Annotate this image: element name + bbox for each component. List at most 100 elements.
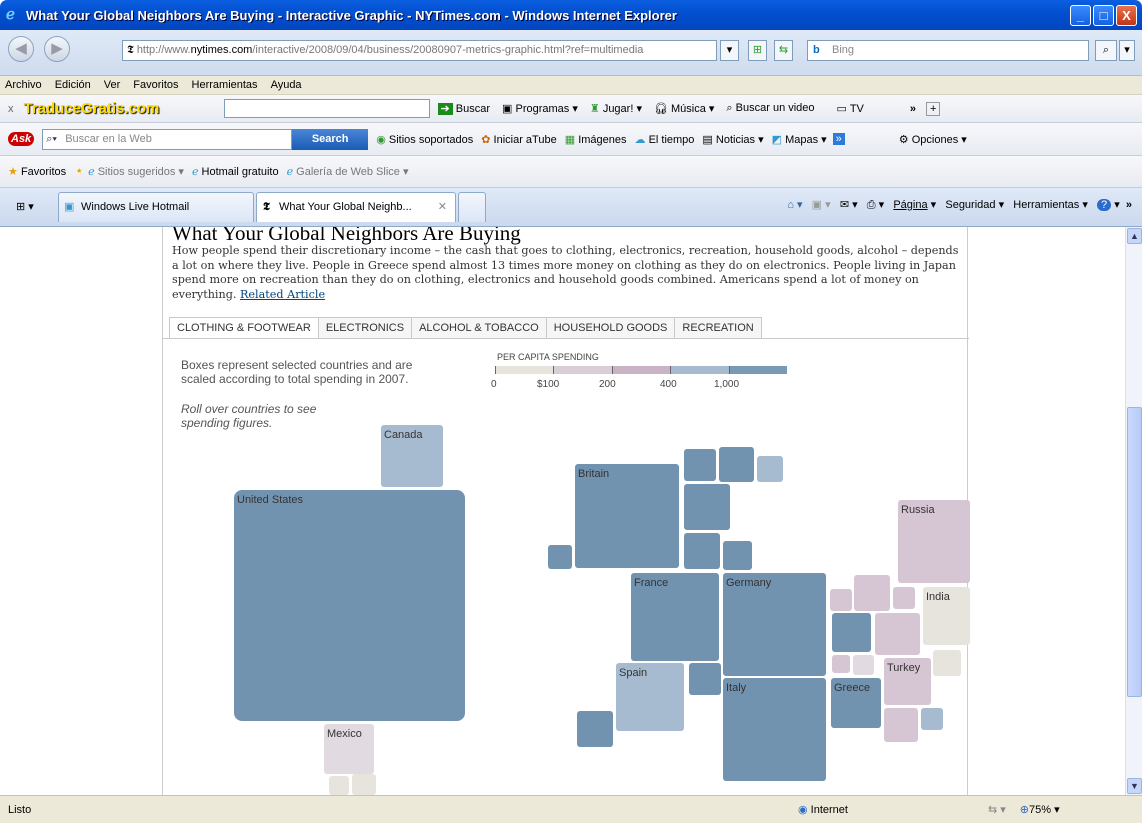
country-united-states[interactable]: United States (234, 490, 465, 721)
scroll-thumb[interactable] (1127, 407, 1142, 697)
jugar-button[interactable]: ♜ Jugar! ▾ (590, 102, 642, 115)
country-box[interactable] (853, 655, 874, 675)
search-options[interactable]: ▾ (1119, 40, 1135, 61)
address-bar[interactable]: 𝕿 http://www.nytimes.com/interactive/200… (122, 40, 717, 61)
add-favorite-icon[interactable]: ⭑ (76, 165, 82, 178)
sugeridos-button[interactable]: ℯ Sitios sugeridos ▾ (88, 165, 184, 178)
close-button[interactable]: X (1116, 4, 1137, 26)
country-greece[interactable]: Greece (831, 678, 881, 728)
country-box[interactable] (832, 613, 871, 652)
sitios-button[interactable]: ◉ Sitios soportados (376, 133, 473, 146)
minimize-button[interactable]: _ (1070, 4, 1091, 26)
new-tab-button[interactable] (458, 192, 486, 222)
imagenes-button[interactable]: ▦ Imágenes (565, 133, 627, 146)
country-box[interactable] (329, 776, 349, 795)
country-india[interactable]: India (923, 587, 970, 645)
atube-button[interactable]: ✿ Iniciar aTube (481, 133, 556, 146)
tab-household[interactable]: HOUSEHOLD GOODS (546, 317, 676, 339)
country-box[interactable] (830, 589, 852, 611)
favoritos-button[interactable]: ★ Favoritos (8, 165, 66, 178)
country-box[interactable] (893, 587, 915, 609)
country-box[interactable] (723, 541, 752, 570)
country-spain[interactable]: Spain (616, 663, 684, 731)
protected-mode-icon[interactable]: ⇆ ▾ (988, 803, 1006, 816)
tab-alcohol[interactable]: ALCOHOL & TOBACCO (412, 317, 547, 339)
country-box[interactable] (577, 711, 613, 747)
mapas-button[interactable]: ◩ Mapas ▾ (772, 133, 827, 146)
menu-herramientas[interactable]: Herramientas (192, 79, 258, 91)
quick-tabs-icon[interactable]: ⊞ ▾ (16, 200, 34, 213)
country-britain[interactable]: Britain (575, 464, 679, 568)
toolbar-more-button[interactable]: » (910, 103, 916, 115)
tab-nytimes[interactable]: 𝕿 What Your Global Neighb... ✕ (256, 192, 456, 222)
country-box[interactable] (875, 613, 920, 655)
brand-logo[interactable]: TraduceGratis.com (24, 100, 224, 117)
toolbar-add-button[interactable]: + (926, 101, 941, 116)
country-box[interactable] (884, 708, 918, 742)
maximize-button[interactable]: □ (1093, 4, 1114, 26)
menu-favoritos[interactable]: Favoritos (133, 79, 178, 91)
tab-clothing[interactable]: CLOTHING & FOOTWEAR (169, 317, 319, 339)
scroll-up-button[interactable]: ▲ (1127, 228, 1142, 244)
home-icon[interactable]: ⌂ ▾ (787, 199, 802, 211)
search-input[interactable]: b Bing (807, 40, 1089, 61)
related-article-link[interactable]: Related Article (240, 288, 325, 301)
country-box[interactable] (689, 663, 721, 695)
forward-button[interactable]: ▶ (44, 36, 70, 62)
refresh-icon[interactable]: ⇆ (774, 40, 793, 61)
country-box[interactable] (684, 533, 720, 569)
scroll-down-button[interactable]: ▼ (1127, 778, 1142, 794)
noticias-button[interactable]: ▤ Noticias ▾ (702, 133, 763, 146)
menu-ayuda[interactable]: Ayuda (271, 79, 302, 91)
country-box[interactable] (719, 447, 754, 482)
herramientas-menu[interactable]: Herramientas ▾ (1013, 199, 1088, 211)
toolbar-search-input[interactable] (223, 99, 430, 118)
feeds-icon[interactable]: ▣ ▾ (812, 199, 831, 211)
ask-more-button[interactable]: » (832, 133, 845, 145)
toolbar-close-button[interactable]: x (8, 103, 14, 115)
webslice-button[interactable]: ℯ Galería de Web Slice ▾ (287, 165, 409, 178)
country-canada[interactable]: Canada (381, 425, 443, 487)
tab-hotmail[interactable]: ▣ Windows Live Hotmail (58, 192, 254, 222)
country-russia[interactable]: Russia (898, 500, 970, 583)
tiempo-button[interactable]: ☁ El tiempo (635, 133, 695, 146)
tv-button[interactable]: ▭ TV (837, 102, 864, 115)
opciones-button[interactable]: ⚙ Opciones ▾ (899, 133, 967, 146)
country-box[interactable] (832, 655, 850, 673)
seguridad-menu[interactable]: Seguridad ▾ (945, 199, 1004, 211)
country-box[interactable] (933, 650, 961, 676)
country-mexico[interactable]: Mexico (324, 724, 374, 774)
vertical-scrollbar[interactable]: ▲ ▼ (1125, 227, 1142, 795)
menu-ver[interactable]: Ver (104, 79, 121, 91)
tab-close-icon[interactable]: ✕ (438, 193, 447, 221)
country-turkey[interactable]: Turkey (884, 658, 931, 705)
menu-edicion[interactable]: Edición (55, 79, 91, 91)
buscar-button[interactable]: ➔ Buscar (437, 102, 490, 115)
tab-electronics[interactable]: ELECTRONICS (318, 317, 413, 339)
country-box[interactable] (684, 449, 716, 481)
tab-recreation[interactable]: RECREATION (675, 317, 762, 339)
country-italy[interactable]: Italy (723, 678, 826, 781)
country-box[interactable] (352, 774, 376, 795)
country-france[interactable]: France (631, 573, 719, 661)
ask-search-button[interactable]: Search (292, 128, 369, 150)
mail-icon[interactable]: ✉ ▾ (840, 199, 858, 211)
pagina-menu[interactable]: Página ▾ (893, 199, 936, 211)
ask-search-input[interactable]: ⌕▾ Buscar en la Web (42, 128, 293, 150)
country-box[interactable] (921, 708, 943, 730)
cmd-more-button[interactable]: » (1126, 199, 1132, 211)
address-dropdown[interactable]: ▾ (720, 40, 739, 61)
hotmail-link[interactable]: ℯ Hotmail gratuito (192, 165, 279, 178)
musica-button[interactable]: 🎧︎ Música ▾ (654, 102, 714, 115)
country-germany[interactable]: Germany (723, 573, 826, 676)
country-box[interactable] (548, 545, 572, 569)
video-search-button[interactable]: ⌕ Buscar un video (726, 102, 814, 115)
programas-button[interactable]: ▣ Programas ▾ (502, 102, 578, 115)
ask-logo-icon[interactable]: Ask (8, 132, 35, 146)
zoom-button[interactable]: ⊕75% ▾ (1020, 803, 1060, 816)
country-box[interactable] (757, 456, 783, 482)
search-go-icon[interactable]: ⌕ (1095, 40, 1117, 61)
country-box[interactable] (684, 484, 730, 530)
country-box[interactable] (854, 575, 890, 611)
print-icon[interactable]: ⎙ ▾ (867, 199, 884, 211)
